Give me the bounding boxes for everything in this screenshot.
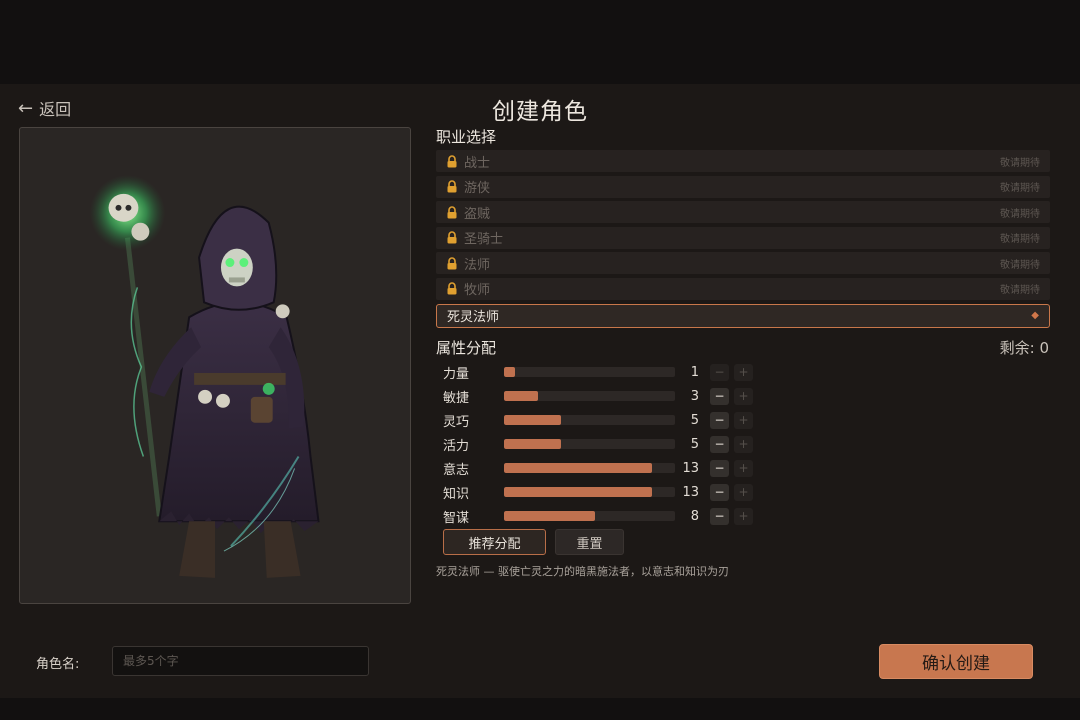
increase-button[interactable]: +: [734, 459, 753, 477]
character-portrait: [19, 127, 411, 604]
decrease-button[interactable]: −: [710, 363, 729, 381]
remaining-points: 剩余: 0: [999, 339, 1049, 357]
attribute-row: 意志 13− +: [443, 456, 758, 480]
decrease-button[interactable]: −: [710, 411, 729, 429]
recommend-allocation-button[interactable]: 推荐分配: [443, 529, 546, 555]
attributes-title: 属性分配: [436, 339, 497, 357]
coming-soon-label: 敬请期待: [1000, 259, 1040, 271]
character-name-label: 角色名:: [36, 657, 80, 672]
class-name: 盗贼: [464, 206, 491, 222]
class-option[interactable]: 死灵法师 ◆: [436, 303, 1050, 328]
attribute-row: 智谋 8− +: [443, 504, 758, 528]
attribute-bar-fill: [504, 463, 653, 473]
increase-button[interactable]: +: [734, 483, 753, 501]
attribute-value: 13: [682, 484, 699, 500]
attribute-bar: [504, 415, 675, 425]
attribute-list: 力量 1− + 敏捷 3− + 灵巧 5− + 活力 5− + 意志 13− + 知识 13− + 智谋 8− +: [443, 360, 758, 528]
attribute-bar-fill: [504, 367, 516, 377]
character-creation-screen: ← 返回 创建角色 职业选择 战士 敬请期待 游侠 敬请期待 盗贼 敬请期待 圣…: [0, 84, 1080, 698]
attribute-bar: [504, 439, 675, 449]
attribute-bar: [504, 487, 675, 497]
class-name: 战士: [464, 155, 491, 171]
page-title: 创建角色: [492, 99, 588, 125]
class-name: 法师: [464, 257, 491, 273]
increase-button[interactable]: +: [734, 411, 753, 429]
increase-button[interactable]: +: [734, 435, 753, 453]
decrease-button[interactable]: −: [710, 387, 729, 405]
decrease-button[interactable]: −: [710, 483, 729, 501]
attribute-row: 活力 5− +: [443, 432, 758, 456]
lock-icon: [446, 154, 460, 168]
attribute-row: 灵巧 5− +: [443, 408, 758, 432]
attribute-row: 力量 1− +: [443, 360, 758, 384]
attribute-bar-fill: [504, 487, 653, 497]
attribute-bar: [504, 391, 675, 401]
attribute-bar-fill: [504, 439, 561, 449]
class-name: 游侠: [464, 181, 491, 197]
coming-soon-label: 敬请期待: [1000, 157, 1040, 169]
attribute-label: 敏捷: [443, 390, 470, 406]
attribute-row: 知识 13− +: [443, 480, 758, 504]
increase-button[interactable]: +: [734, 507, 753, 525]
lock-icon: [446, 180, 460, 193]
attribute-value: 8: [690, 508, 699, 524]
coming-soon-label: 敬请期待: [1000, 208, 1040, 220]
lock-icon: [446, 282, 460, 295]
increase-button[interactable]: +: [734, 363, 753, 381]
attribute-bar: [504, 511, 675, 521]
lock-icon: [446, 257, 460, 270]
class-description: 死灵法师 — 驱使亡灵之力的暗黑施法者，以意志和知识为刃: [436, 565, 729, 578]
attribute-value: 5: [690, 412, 699, 428]
attribute-label: 智谋: [443, 510, 470, 526]
attribute-label: 力量: [443, 366, 470, 382]
attribute-row: 敏捷 3− +: [443, 384, 758, 408]
attribute-value: 5: [690, 436, 699, 452]
lock-icon: [446, 205, 460, 219]
increase-button[interactable]: +: [734, 387, 753, 405]
class-name: 牧师: [464, 283, 491, 299]
attribute-bar-fill: [504, 511, 596, 521]
class-list: 战士 敬请期待 游侠 敬请期待 盗贼 敬请期待 圣骑士 敬请期待 法师 敬请期待 牧师 敬请期待 死灵法…: [436, 150, 1050, 331]
attribute-bar-fill: [504, 391, 539, 401]
coming-soon-label: 敬请期待: [1000, 234, 1040, 246]
attribute-value: 3: [690, 388, 699, 404]
class-option[interactable]: 盗贼 敬请期待: [436, 201, 1050, 224]
coming-soon-label: 敬请期待: [1000, 285, 1040, 297]
reset-button[interactable]: 重置: [555, 529, 624, 555]
decrease-button[interactable]: −: [710, 507, 729, 525]
class-option[interactable]: 圣骑士 敬请期待: [436, 226, 1050, 249]
class-option[interactable]: 游侠 敬请期待: [436, 175, 1050, 198]
class-name: 圣骑士: [464, 232, 504, 248]
decrease-button[interactable]: −: [710, 459, 729, 477]
class-option[interactable]: 战士 敬请期待: [436, 150, 1050, 172]
attribute-label: 活力: [443, 438, 470, 454]
necromancer-illustration: [89, 174, 320, 578]
attribute-label: 灵巧: [443, 414, 470, 430]
selected-diamond-icon: ◆: [1031, 310, 1039, 322]
lock-icon: [446, 231, 460, 244]
attribute-bar: [504, 367, 675, 377]
attribute-label: 意志: [443, 462, 470, 478]
attribute-bar-fill: [504, 415, 561, 425]
class-name: 死灵法师: [447, 310, 500, 326]
confirm-create-button[interactable]: 确认创建: [879, 644, 1033, 679]
coming-soon-label: 敬请期待: [1000, 183, 1040, 195]
class-option[interactable]: 法师 敬请期待: [436, 252, 1050, 275]
decrease-button[interactable]: −: [710, 435, 729, 453]
character-name-input[interactable]: [112, 646, 369, 676]
class-selection-title: 职业选择: [436, 128, 497, 146]
attribute-label: 知识: [443, 486, 470, 502]
attribute-value: 13: [682, 460, 699, 476]
class-option[interactable]: 牧师 敬请期待: [436, 277, 1050, 300]
attribute-bar: [504, 463, 675, 473]
attribute-value: 1: [690, 364, 699, 380]
